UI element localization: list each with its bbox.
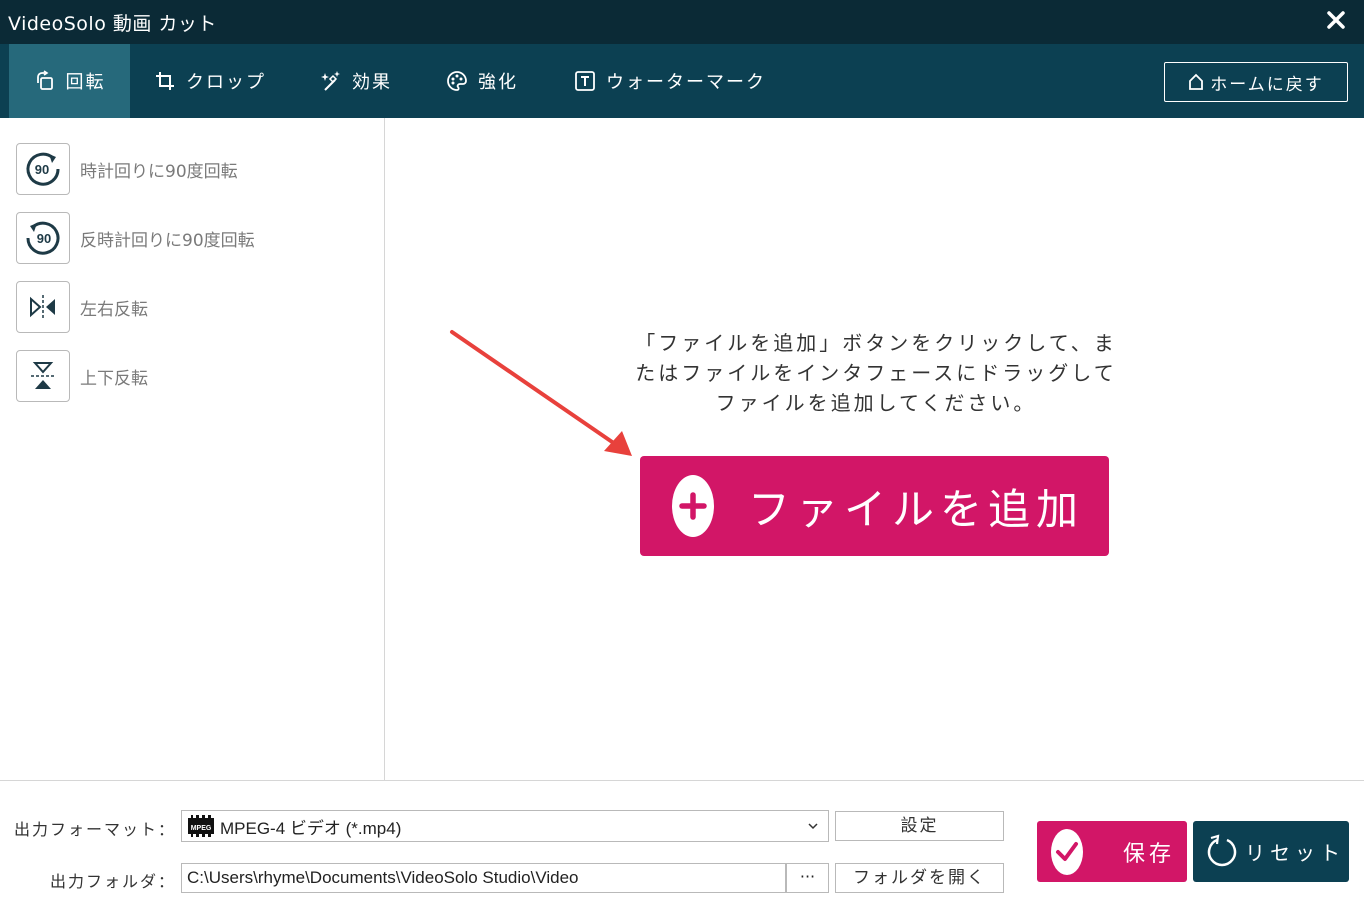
chevron-down-icon bbox=[808, 823, 818, 830]
tab-rotate[interactable]: 回転 bbox=[9, 44, 130, 118]
tool-tab-bar: 回転 クロップ 効果 強化 ウォーターマーク ホームに戻す bbox=[0, 44, 1364, 118]
sidebar-item-label: 左右反転 bbox=[80, 299, 148, 320]
output-folder-field[interactable]: C:\Users\rhyme\Documents\VideoSolo Studi… bbox=[181, 863, 786, 893]
rotate-icon bbox=[34, 70, 56, 92]
close-icon bbox=[1327, 11, 1345, 29]
tab-label: 効果 bbox=[352, 72, 392, 93]
watermark-text-icon bbox=[574, 70, 596, 92]
rotate-clockwise-option[interactable]: 90 時計回りに90度回転 bbox=[16, 143, 238, 195]
hint-line: たはファイルをインタフェースにドラッグして bbox=[635, 361, 1117, 385]
rotate-counterclockwise-option[interactable]: 90 反時計回りに90度回転 bbox=[16, 212, 255, 264]
tab-label: ウォーターマーク bbox=[606, 72, 766, 93]
save-button[interactable]: 保存 bbox=[1037, 821, 1187, 882]
flip-horizontal-icon bbox=[16, 281, 70, 333]
plus-icon bbox=[672, 475, 714, 537]
reset-button[interactable]: リセット bbox=[1193, 821, 1349, 882]
output-folder-label: 出力フォルダ： bbox=[50, 872, 177, 891]
flip-vertical-icon bbox=[16, 350, 70, 402]
rotate-icon-number: 90 bbox=[35, 162, 49, 177]
home-button-label: ホームに戻す bbox=[1210, 74, 1324, 95]
output-format-value: MPEG-4 ビデオ (*.mp4) bbox=[220, 818, 402, 838]
output-settings-bar: 出力フォーマット： MPEG MPEG-4 ビデオ (*.mp4) 設定 出力フ… bbox=[0, 780, 1364, 915]
close-button[interactable] bbox=[1322, 6, 1350, 34]
hint-line: 「ファイルを追加」ボタンをクリックして、ま bbox=[635, 331, 1117, 355]
hint-line: ファイルを追加してください。 bbox=[715, 391, 1037, 415]
app-title: VideoSolo 動画 カット bbox=[8, 13, 217, 35]
tab-label: 回転 bbox=[65, 72, 106, 93]
add-file-label: ファイルを追加 bbox=[748, 484, 1085, 534]
drop-hint-text: 「ファイルを追加」ボタンをクリックして、ま たはファイルをインタフェースにドラッ… bbox=[616, 328, 1136, 418]
tab-effects[interactable]: 効果 bbox=[320, 44, 392, 118]
output-format-select[interactable]: MPEG MPEG-4 ビデオ (*.mp4) bbox=[181, 810, 829, 842]
sidebar-item-label: 上下反転 bbox=[80, 368, 148, 389]
add-file-button[interactable]: ファイルを追加 bbox=[640, 456, 1109, 556]
reset-icon bbox=[1207, 833, 1237, 866]
crop-icon bbox=[154, 70, 176, 92]
rotate-options-panel: 90 時計回りに90度回転 90 反時計回りに90度回転 左右反転 上下反転 bbox=[0, 118, 385, 780]
tab-crop[interactable]: クロップ bbox=[154, 44, 266, 118]
effects-icon bbox=[320, 70, 342, 92]
enhance-palette-icon bbox=[446, 70, 468, 92]
format-settings-button[interactable]: 設定 bbox=[835, 811, 1004, 841]
output-format-label: 出力フォーマット： bbox=[14, 820, 177, 839]
annotation-arrow-icon bbox=[450, 330, 632, 456]
rotate-icon-number: 90 bbox=[37, 231, 51, 246]
tab-enhance[interactable]: 強化 bbox=[446, 44, 518, 118]
checkmark-icon bbox=[1051, 828, 1083, 875]
title-bar: VideoSolo 動画 カット bbox=[0, 0, 1364, 44]
save-button-label: 保存 bbox=[1123, 841, 1176, 867]
home-icon bbox=[1189, 73, 1204, 90]
flip-vertical-option[interactable]: 上下反転 bbox=[16, 350, 148, 402]
browse-folder-button[interactable]: ··· bbox=[786, 863, 829, 893]
sidebar-item-label: 時計回りに90度回転 bbox=[80, 161, 238, 182]
rotate-clockwise-90-icon: 90 bbox=[16, 143, 70, 195]
rotate-counterclockwise-90-icon: 90 bbox=[16, 212, 70, 264]
tab-label: 強化 bbox=[478, 72, 518, 93]
reset-button-label: リセット bbox=[1245, 841, 1345, 865]
tab-label: クロップ bbox=[186, 72, 266, 93]
open-folder-button[interactable]: フォルダを開く bbox=[835, 863, 1004, 893]
mpeg-format-icon: MPEG bbox=[188, 815, 214, 837]
sidebar-item-label: 反時計回りに90度回転 bbox=[80, 230, 255, 251]
tab-watermark[interactable]: ウォーターマーク bbox=[574, 44, 766, 118]
home-button[interactable]: ホームに戻す bbox=[1164, 62, 1348, 102]
flip-horizontal-option[interactable]: 左右反転 bbox=[16, 281, 148, 333]
